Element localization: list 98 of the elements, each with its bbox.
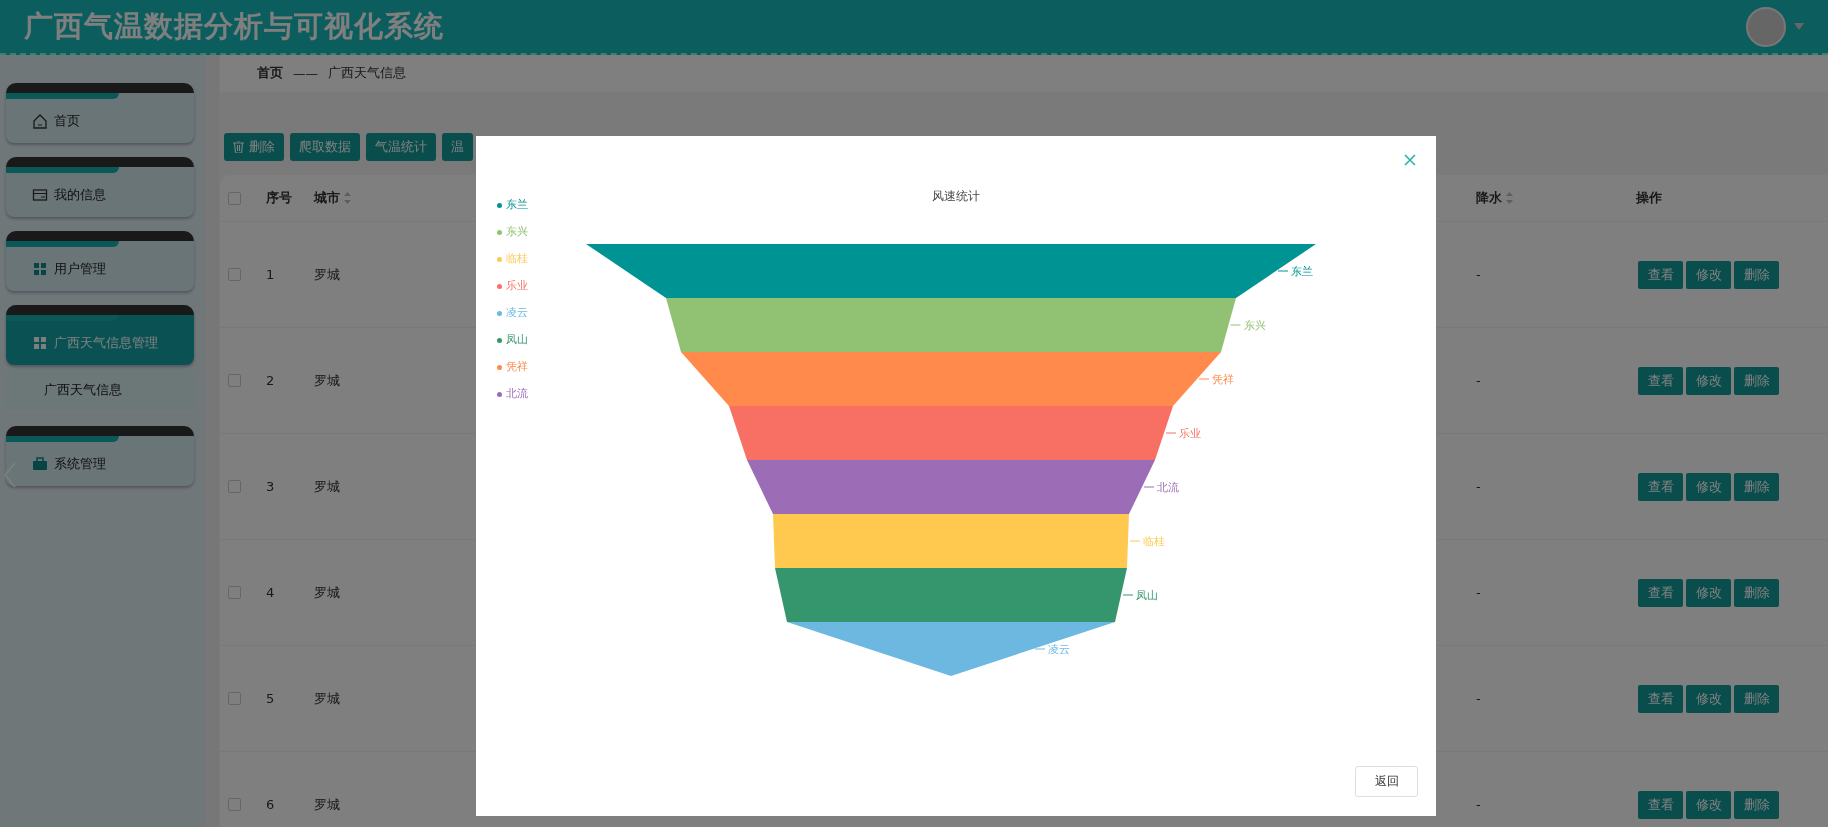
table-cell-text: - xyxy=(1475,585,1481,600)
table-cell-text: 罗城 xyxy=(313,265,340,284)
table-cell-text: 5 xyxy=(265,691,275,706)
menu-item[interactable]: 用户管理 xyxy=(6,231,194,291)
app-title: 广西气温数据分析与可视化系统 xyxy=(24,7,445,45)
leader-line xyxy=(1165,432,1177,434)
legend-label[interactable]: 凌云 xyxy=(506,304,528,322)
row-checkbox[interactable] xyxy=(228,798,241,811)
action-button[interactable]: 修改 xyxy=(1686,366,1731,395)
menu-item[interactable]: 我的信息 xyxy=(6,157,194,217)
toolbar-button[interactable]: 气温统计 xyxy=(366,133,436,161)
legend-label[interactable]: 临桂 xyxy=(506,250,528,268)
table-cell-text: - xyxy=(1475,691,1481,706)
table-cell-text: 4 xyxy=(265,585,275,600)
action-button[interactable]: 查看 xyxy=(1638,260,1683,289)
grid-icon xyxy=(32,335,48,351)
funnel-label: 凌云 xyxy=(1048,643,1070,656)
row-checkbox[interactable] xyxy=(228,268,241,281)
row-checkbox[interactable] xyxy=(228,374,241,387)
column-header: 操作 xyxy=(1636,189,1662,207)
funnel-label: 凤山 xyxy=(1136,589,1158,602)
action-button[interactable]: 删除 xyxy=(1734,260,1779,289)
action-button[interactable]: 删除 xyxy=(1734,684,1779,713)
trash-icon xyxy=(233,141,244,153)
table-cell-text: 罗城 xyxy=(313,477,340,496)
action-button[interactable]: 修改 xyxy=(1686,684,1731,713)
table-cell-text: 6 xyxy=(265,797,275,812)
action-button[interactable]: 修改 xyxy=(1686,260,1731,289)
table-cell-text: - xyxy=(1475,479,1481,494)
table-cell-text: 罗城 xyxy=(313,795,340,814)
action-button[interactable]: 查看 xyxy=(1638,578,1683,607)
table-cell-text: - xyxy=(1475,373,1481,388)
action-button[interactable]: 删除 xyxy=(1734,472,1779,501)
caret-icon xyxy=(1794,23,1804,30)
sort-icon xyxy=(1506,192,1513,204)
table-cell-text: 1 xyxy=(265,267,275,282)
chart-title: 风速统计 xyxy=(932,187,980,205)
grid-icon xyxy=(32,261,48,277)
menu-item[interactable]: 广西天气信息管理 xyxy=(6,305,194,365)
legend-label[interactable]: 凭祥 xyxy=(506,358,528,376)
action-button[interactable]: 查看 xyxy=(1638,790,1683,819)
funnel-label: 临桂 xyxy=(1143,535,1165,548)
leader-line xyxy=(1198,378,1210,380)
chevron-left-icon[interactable] xyxy=(4,462,16,488)
leader-line xyxy=(1034,648,1046,650)
action-button[interactable]: 修改 xyxy=(1686,578,1731,607)
card-icon xyxy=(32,187,48,203)
table-cell-text: - xyxy=(1475,267,1481,282)
breadcrumb-item: 广西天气信息 xyxy=(328,65,406,82)
table-cell-text: 罗城 xyxy=(313,371,340,390)
legend-label[interactable]: 凤山 xyxy=(506,331,528,349)
table-cell-text: 3 xyxy=(265,479,275,494)
action-button[interactable]: 修改 xyxy=(1686,472,1731,501)
leader-line xyxy=(1143,486,1155,488)
select-all-checkbox[interactable] xyxy=(228,191,241,205)
action-button[interactable]: 删除 xyxy=(1734,790,1779,819)
funnel-label: 东兰 xyxy=(1291,265,1313,278)
action-button[interactable]: 查看 xyxy=(1638,472,1683,501)
funnel-label: 东兴 xyxy=(1243,319,1266,332)
action-button[interactable]: 查看 xyxy=(1638,684,1683,713)
row-checkbox[interactable] xyxy=(228,692,241,705)
leader-line xyxy=(1122,594,1134,596)
legend-label[interactable]: 乐业 xyxy=(506,277,528,295)
funnel-label: 凭祥 xyxy=(1212,373,1234,386)
action-button[interactable]: 删除 xyxy=(1734,578,1779,607)
funnel-label: 乐业 xyxy=(1179,427,1201,440)
avatar-icon[interactable] xyxy=(1746,6,1786,47)
toolbar-button[interactable]: 温 xyxy=(442,133,473,161)
column-header[interactable]: 降水 xyxy=(1476,189,1502,207)
table-cell-text: 2 xyxy=(265,373,275,388)
column-header: 序号 xyxy=(266,189,292,207)
toolbar-button[interactable]: 删除 xyxy=(224,133,284,161)
home-icon xyxy=(32,113,48,129)
breadcrumb-separator: —— xyxy=(293,66,318,81)
back-button[interactable]: 返回 xyxy=(1355,766,1418,797)
row-checkbox[interactable] xyxy=(228,480,241,493)
legend-label[interactable]: 东兰 xyxy=(506,196,528,214)
leader-line xyxy=(1230,324,1241,326)
toolbar-button[interactable]: 爬取数据 xyxy=(290,133,360,161)
sort-icon xyxy=(344,192,351,204)
table-cell-text: - xyxy=(1475,797,1481,812)
legend-label[interactable]: 东兴 xyxy=(506,223,528,241)
leader-line xyxy=(1129,540,1141,542)
table-cell-text: 罗城 xyxy=(313,583,340,602)
funnel-label: 北流 xyxy=(1157,481,1179,494)
column-header[interactable]: 城市 xyxy=(314,189,340,207)
row-checkbox[interactable] xyxy=(228,586,241,599)
legend-label[interactable]: 北流 xyxy=(506,385,528,403)
table-cell-text: 罗城 xyxy=(313,689,340,708)
menu-item[interactable]: 首页 xyxy=(6,83,194,143)
leader-line xyxy=(1277,270,1289,272)
menu-item[interactable]: 系统管理 xyxy=(6,426,194,486)
close-icon[interactable] xyxy=(1404,154,1416,166)
action-button[interactable]: 修改 xyxy=(1686,790,1731,819)
action-button[interactable]: 查看 xyxy=(1638,366,1683,395)
breadcrumb-item[interactable]: 首页 xyxy=(257,65,283,82)
briefcase-icon xyxy=(32,456,48,472)
action-button[interactable]: 删除 xyxy=(1734,366,1779,395)
